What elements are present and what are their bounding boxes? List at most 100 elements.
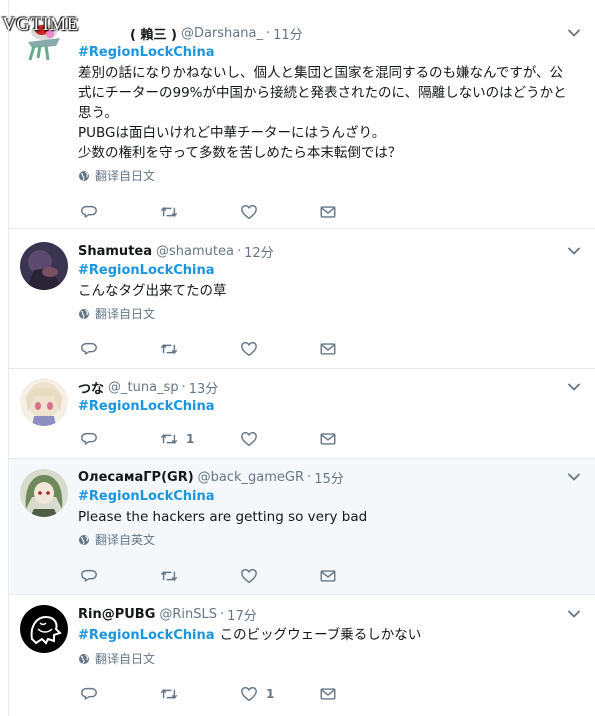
tweet-header: ( 賴三 ) @Darshana_ · 11分 — [78, 23, 584, 43]
envelope-icon — [319, 340, 337, 358]
user-handle[interactable]: @back_gameGR — [198, 470, 304, 485]
avatar[interactable] — [20, 469, 68, 517]
avatar[interactable] — [20, 242, 68, 290]
translate-label: 翻译自日文 — [95, 652, 156, 666]
translate-link[interactable]: 翻译自英文 — [78, 531, 584, 548]
envelope-icon — [319, 685, 337, 703]
tweet-text: こんなタグ出来てたの草 — [78, 281, 584, 301]
avatar-green-hair-image — [20, 469, 68, 517]
dm-button[interactable] — [319, 684, 337, 704]
reply-icon — [80, 430, 98, 448]
translate-label: 翻译自日文 — [95, 307, 156, 321]
like-button[interactable] — [240, 566, 266, 586]
tweet-header: つな @_tuna_sp · 13分 — [78, 377, 584, 397]
separator-dot: · — [265, 25, 271, 41]
dm-button[interactable] — [319, 339, 337, 359]
reply-button[interactable] — [80, 566, 98, 586]
tweet-text-line: 式にチーターの99%が中国から接続と発表されたのに、隔離しないのはどうかと — [78, 85, 567, 101]
retweet-button[interactable]: 1 — [160, 429, 194, 449]
translate-label: 翻译自日文 — [95, 169, 156, 183]
retweet-icon — [160, 567, 178, 585]
hashtag-link[interactable]: #RegionLockChina — [78, 261, 584, 281]
reply-icon — [80, 685, 98, 703]
tweet-actions — [78, 566, 358, 586]
like-button[interactable]: 1 — [240, 684, 274, 704]
display-name[interactable]: つな — [78, 378, 104, 397]
tweet-item[interactable]: つな @_tuna_sp · 13分 #RegionLockChina 1 — [9, 369, 595, 459]
dm-button[interactable] — [319, 429, 337, 449]
heart-icon — [240, 340, 258, 358]
hashtag-link[interactable]: #RegionLockChina — [78, 487, 584, 507]
vgtime-watermark: VGTIME — [2, 14, 79, 35]
chevron-down-icon[interactable] — [566, 606, 582, 622]
timestamp[interactable]: 17分 — [227, 605, 257, 624]
hashtag-link[interactable]: #RegionLockChina — [78, 397, 584, 417]
tweet-actions: 1 — [78, 684, 358, 704]
translate-link[interactable]: 翻译自日文 — [78, 167, 584, 184]
tweet-text: 差別の話になりかねないし、個人と集団と国家を混同するのも嫌なんですが、公 式にチ… — [78, 63, 584, 163]
like-button[interactable] — [240, 202, 266, 222]
chevron-down-icon[interactable] — [566, 25, 582, 41]
dm-button[interactable] — [319, 202, 337, 222]
translate-link[interactable]: 翻译自日文 — [78, 305, 584, 322]
retweet-button[interactable] — [160, 566, 186, 586]
chevron-down-icon[interactable] — [566, 469, 582, 485]
tweet-text-line: こんなタグ出来てたの草 — [78, 283, 227, 299]
tweet-item[interactable]: Rin@PUBG @RinSLS · 17分 #RegionLockChina … — [9, 595, 595, 716]
envelope-icon — [319, 430, 337, 448]
tweet-item[interactable]: ОлесамаГР(GR) @back_gameGR · 15分 #Region… — [9, 459, 595, 595]
timestamp[interactable]: 13分 — [189, 378, 219, 397]
reply-button[interactable] — [80, 684, 98, 704]
tweet-inline-text: このビッグウェーブ乗るしかない — [219, 627, 422, 643]
user-handle[interactable]: @_tuna_sp — [108, 380, 179, 395]
tweet-header: Rin@PUBG @RinSLS · 17分 — [78, 604, 584, 624]
envelope-icon — [319, 567, 337, 585]
avatar[interactable] — [20, 605, 68, 653]
user-handle[interactable]: @shamutea — [156, 244, 234, 259]
user-handle[interactable]: @RinSLS — [159, 607, 217, 622]
timeline-feed: ( 賴三 ) @Darshana_ · 11分 #RegionLockChina… — [8, 0, 595, 716]
avatar[interactable] — [20, 378, 68, 426]
heart-icon — [240, 567, 258, 585]
display-name[interactable]: Shamutea — [78, 244, 152, 259]
chevron-down-icon[interactable] — [566, 243, 582, 259]
like-button[interactable] — [240, 429, 266, 449]
heart-icon — [240, 685, 258, 703]
tweet-item[interactable]: Shamutea @shamutea · 12分 #RegionLockChin… — [9, 229, 595, 369]
tweet-text-line: 思う。 — [78, 105, 118, 121]
heart-icon — [240, 430, 258, 448]
tweet-item[interactable]: ( 賴三 ) @Darshana_ · 11分 #RegionLockChina… — [9, 0, 595, 229]
timestamp[interactable]: 11分 — [273, 24, 303, 43]
tweet-actions: 1 — [78, 429, 358, 449]
dm-button[interactable] — [319, 566, 337, 586]
translate-link[interactable]: 翻译自日文 — [78, 650, 584, 667]
reply-icon — [80, 203, 98, 221]
hashtag-link[interactable]: #RegionLockChina — [78, 628, 215, 643]
user-handle[interactable]: @Darshana_ — [181, 26, 263, 41]
retweet-button[interactable] — [160, 202, 186, 222]
hashtag-link[interactable]: #RegionLockChina — [78, 43, 584, 63]
display-name[interactable]: ОлесамаГР(GR) — [78, 470, 194, 485]
retweet-button[interactable] — [160, 684, 186, 704]
separator-dot: · — [181, 379, 186, 395]
avatar-dark-character-image — [20, 242, 68, 290]
avatar-anime-girl-image — [20, 378, 68, 426]
separator-dot: · — [220, 606, 225, 622]
tweet-text-line: 差別の話になりかねないし、個人と集団と国家を混同するのも嫌なんですが、公 — [78, 65, 564, 81]
reply-button[interactable] — [80, 339, 98, 359]
tweet-actions — [78, 202, 358, 222]
timestamp[interactable]: 12分 — [244, 242, 274, 261]
retweet-button[interactable] — [160, 339, 186, 359]
reply-button[interactable] — [80, 202, 98, 222]
separator-dot: · — [236, 243, 242, 259]
chevron-down-icon[interactable] — [566, 379, 582, 395]
globe-icon — [78, 653, 90, 665]
retweet-count: 1 — [186, 432, 195, 446]
display-name[interactable]: ( 賴三 ) — [78, 24, 177, 43]
like-button[interactable] — [240, 339, 266, 359]
timestamp[interactable]: 15分 — [314, 468, 344, 487]
reply-button[interactable] — [80, 429, 98, 449]
display-name[interactable]: Rin@PUBG — [78, 607, 155, 622]
like-count: 1 — [266, 687, 275, 701]
tweet-actions — [78, 339, 358, 359]
